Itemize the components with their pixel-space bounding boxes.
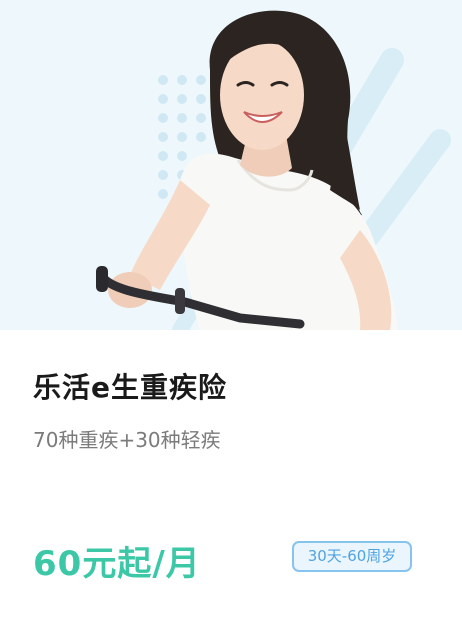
product-hero-image xyxy=(0,0,462,330)
hero-illustration xyxy=(0,0,462,330)
product-title: 乐活e生重疾险 xyxy=(33,371,227,404)
coverage-summary: 70种重疾+30种轻疾 xyxy=(33,428,221,452)
age-range-badge: 30天-60周岁 xyxy=(292,541,412,572)
monthly-price: 60元起/月 xyxy=(33,544,201,584)
product-card[interactable]: 乐活e生重疾险 70种重疾+30种轻疾 60元起/月 30天-60周岁 xyxy=(0,0,462,624)
product-info: 乐活e生重疾险 70种重疾+30种轻疾 60元起/月 30天-60周岁 xyxy=(0,330,462,624)
